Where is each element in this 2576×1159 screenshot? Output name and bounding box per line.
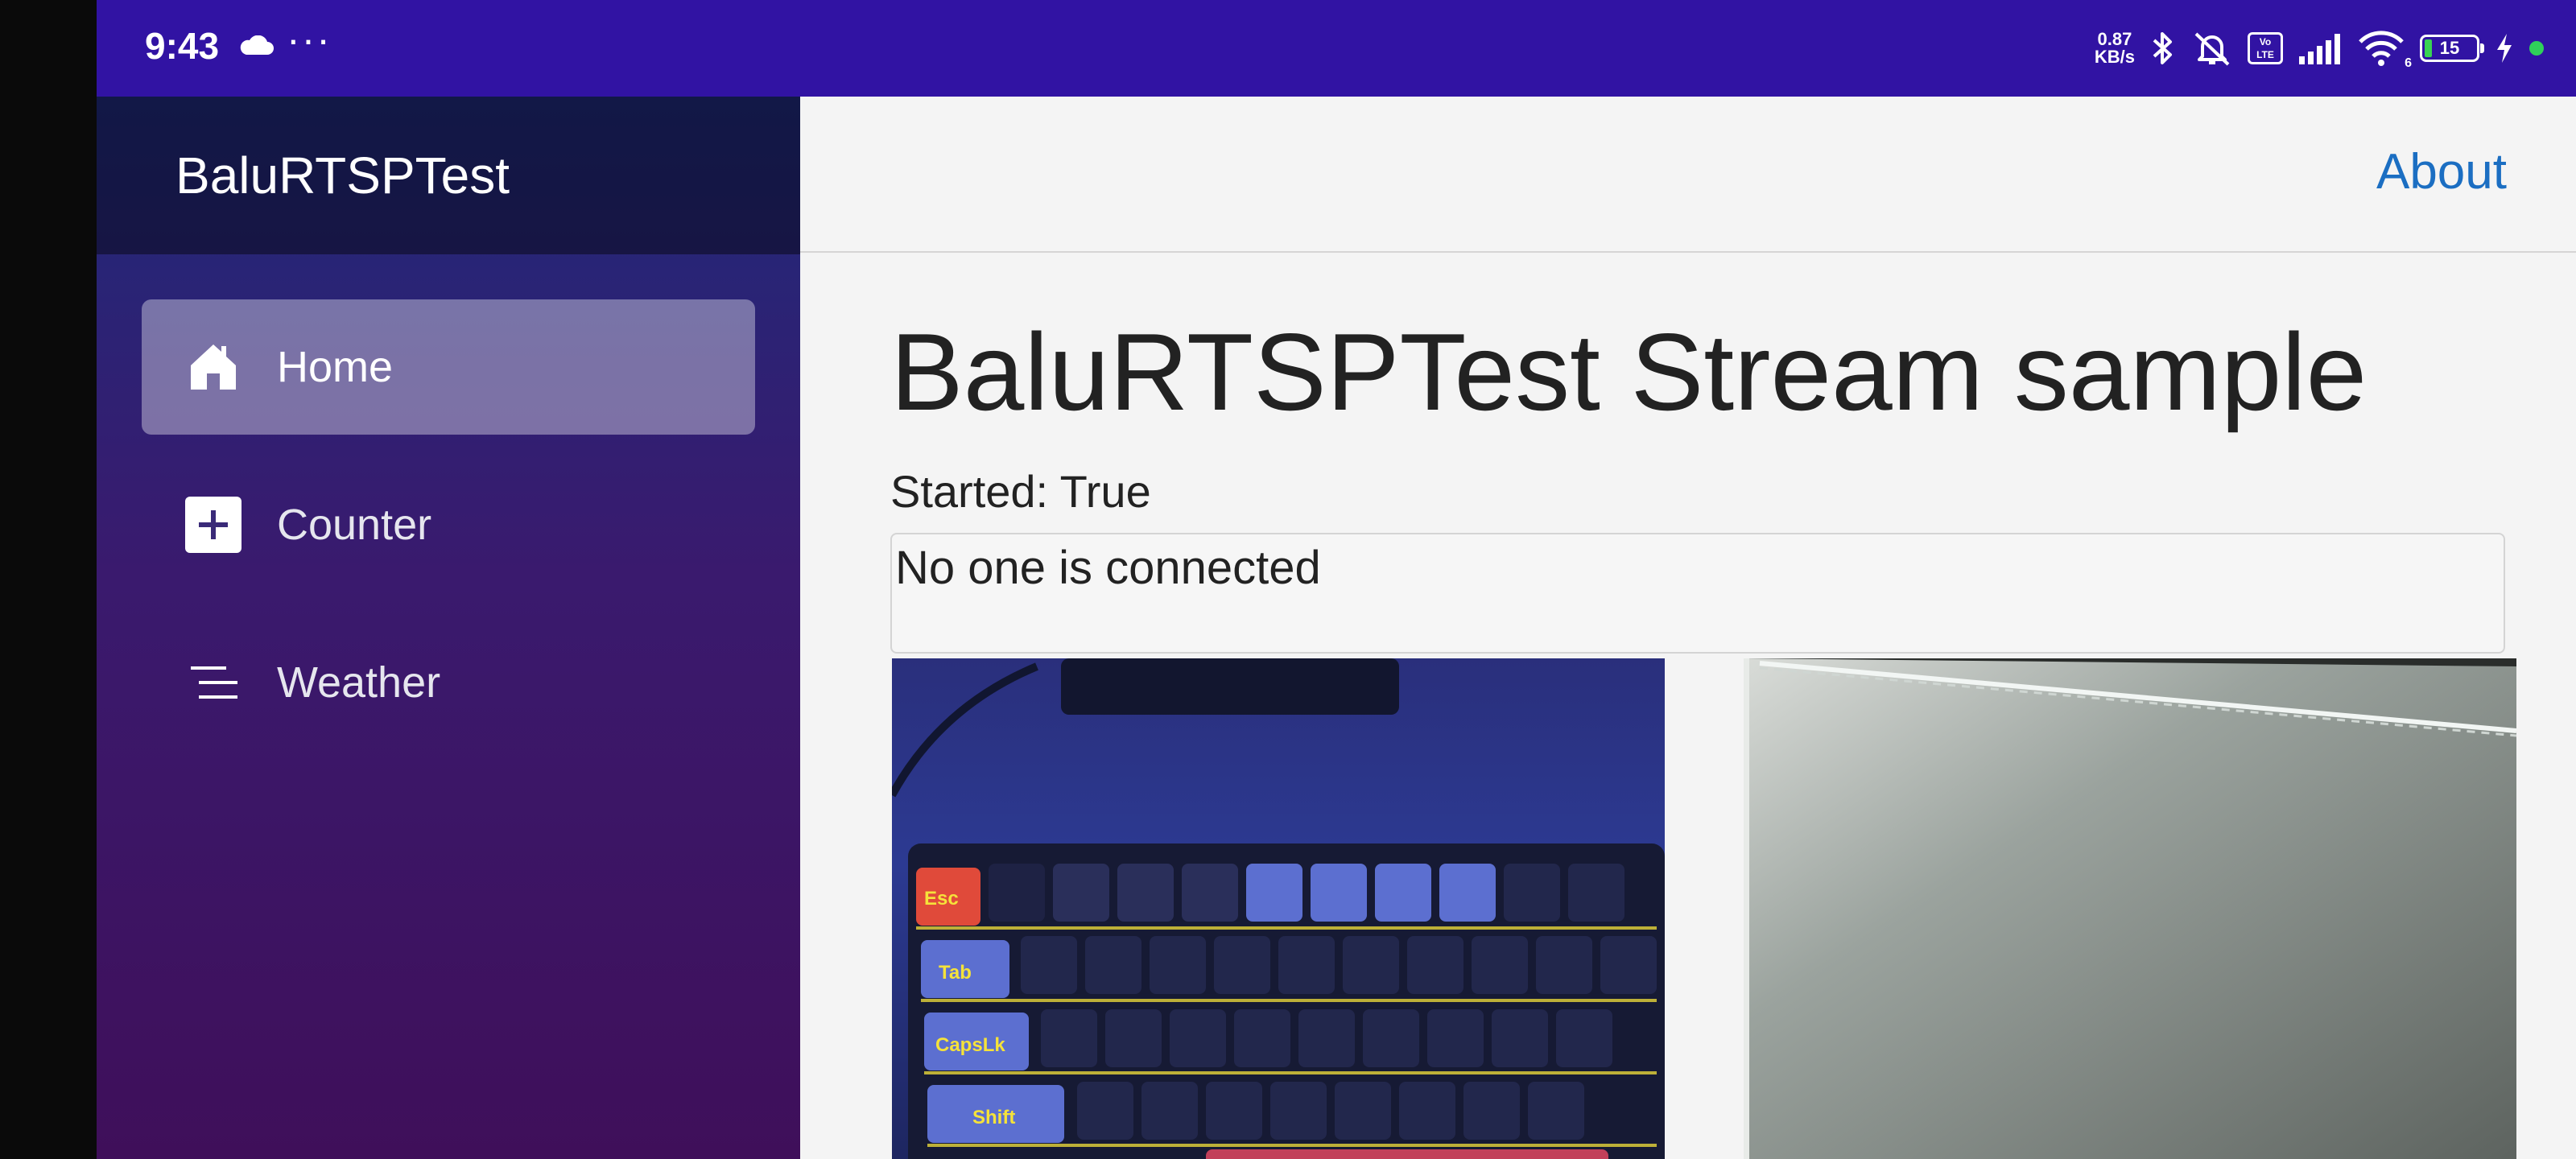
battery-icon: 15 [2420, 35, 2484, 62]
nav-item-label: Home [277, 343, 394, 391]
bluetooth-icon [2153, 32, 2172, 64]
video-stream-keyboard[interactable]: Esc Tab CapsLk Shift [892, 658, 1665, 1159]
status-bar: 9:43 ··· 0.87 KB/s Vo LTE 6 15 [97, 0, 2576, 97]
key-shift: Shift [972, 1107, 1015, 1128]
keyboard-camera-image: Esc Tab CapsLk Shift [892, 658, 1665, 1159]
battery-percent: 15 [2439, 38, 2460, 58]
plus-icon [185, 497, 242, 553]
status-icons: 0.87 KB/s Vo LTE 6 15 [2095, 0, 2544, 97]
page-title: BaluRTSPTest Stream sample [890, 311, 2368, 433]
nav-menu: Home Counter Weather [142, 299, 755, 773]
app-screen: 9:43 ··· 0.87 KB/s Vo LTE 6 15 BaluRTSPT… [97, 0, 2576, 1159]
charging-icon [2497, 34, 2512, 63]
connection-status-text: No one is connected [895, 542, 1321, 594]
status-time: 9:43 [145, 25, 220, 67]
speed-unit: KB/s [2094, 47, 2135, 67]
more-notifications-icon: ··· [287, 17, 332, 62]
key-esc: Esc [924, 888, 959, 909]
sidebar: BaluRTSPTest Home Counter Weather [97, 97, 800, 1159]
nav-item-counter[interactable]: Counter [142, 457, 755, 592]
connection-status-box: No one is connected [890, 533, 2505, 654]
network-speed: 0.87 KB/s [2095, 31, 2135, 66]
top-row: About [800, 97, 2576, 253]
started-status: Started: True [890, 466, 1151, 517]
wifi-badge: 6 [2405, 56, 2412, 70]
mute-icon [2194, 32, 2230, 66]
key-tab: Tab [939, 962, 972, 984]
wifi-icon: 6 [2357, 29, 2412, 70]
key-capslock: CapsLk [935, 1034, 1005, 1056]
nav-item-label: Counter [277, 501, 432, 549]
volte-icon: Vo LTE [2248, 32, 2283, 64]
wall-camera-image [1744, 658, 2516, 1159]
signal-icon [2299, 34, 2340, 64]
cloud-icon [240, 35, 274, 55]
main-content: BaluRTSPTest Stream sample Started: True… [800, 253, 2576, 1159]
volte-label: Vo LTE [2256, 36, 2274, 60]
privacy-indicator-dot [2529, 41, 2544, 56]
video-stream-wall[interactable] [1744, 658, 2516, 1159]
nav-item-home[interactable]: Home [142, 299, 755, 435]
speed-value: 0.87 [2097, 29, 2132, 49]
nav-item-label: Weather [277, 658, 441, 707]
about-link[interactable]: About [2376, 143, 2507, 200]
list-icon [185, 654, 242, 711]
nav-item-weather[interactable]: Weather [142, 615, 755, 750]
app-brand[interactable]: BaluRTSPTest [97, 97, 800, 254]
home-icon [185, 339, 242, 395]
